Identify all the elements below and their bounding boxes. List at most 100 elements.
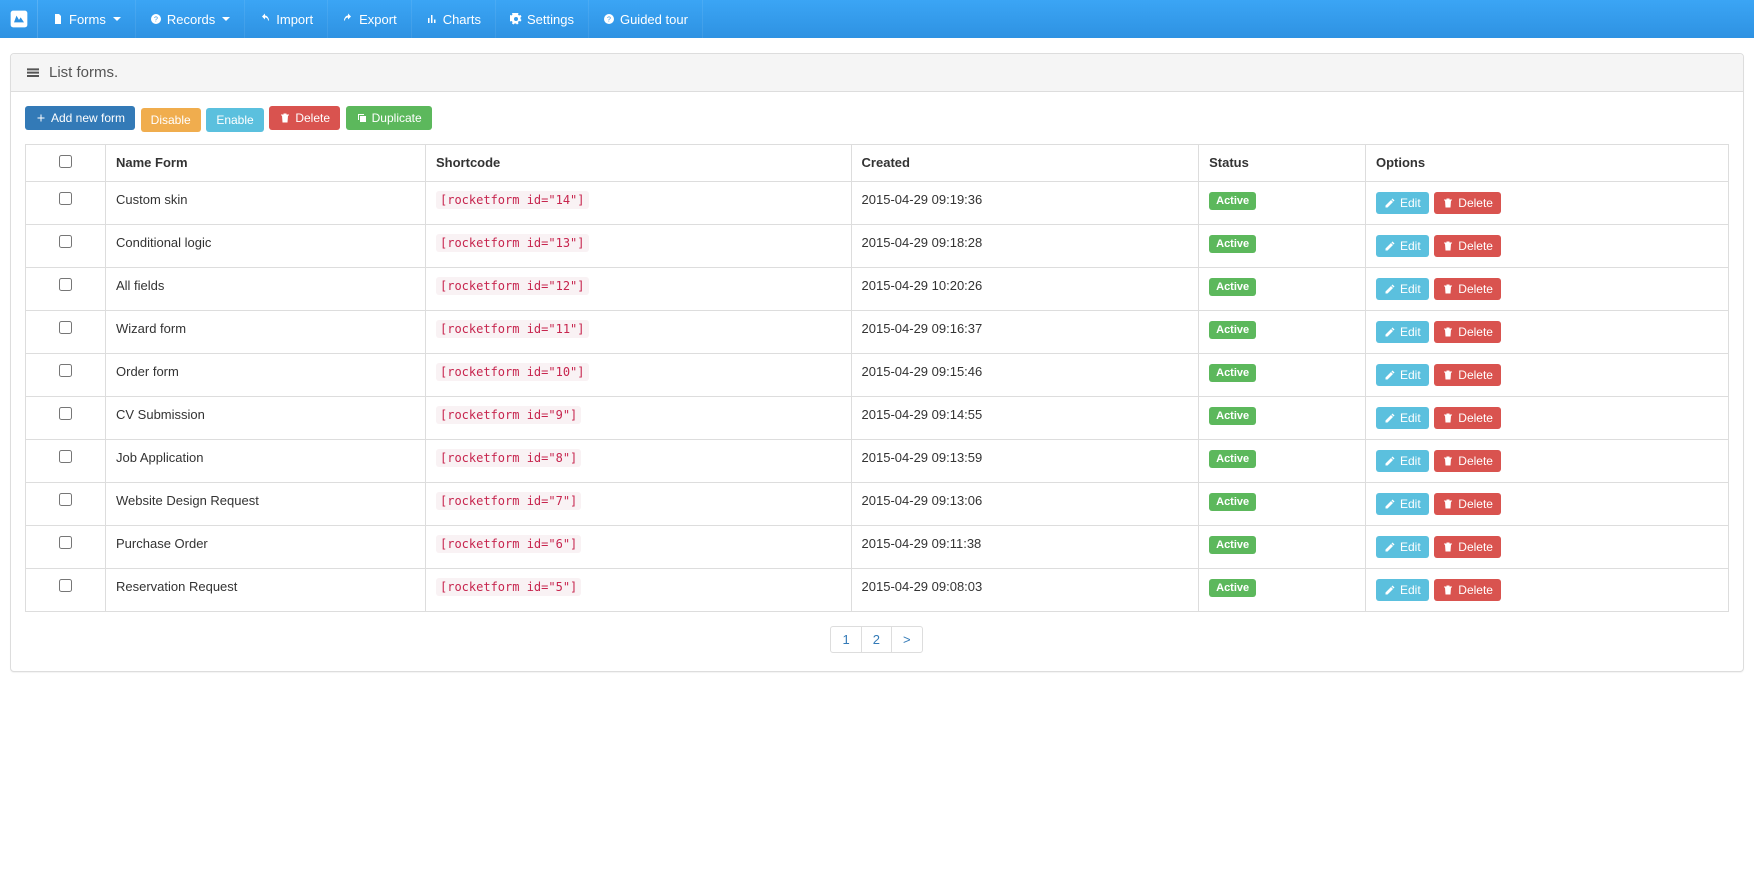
app-logo[interactable]	[0, 0, 38, 38]
row-created: 2015-04-29 09:19:36	[851, 182, 1199, 225]
edit-button[interactable]: Edit	[1376, 536, 1429, 558]
row-options: Edit Delete	[1365, 397, 1728, 440]
list-forms-panel: List forms. Add new form Disable Enable …	[10, 53, 1744, 672]
row-delete-button[interactable]: Delete	[1434, 579, 1501, 601]
row-name: CV Submission	[106, 397, 426, 440]
nav-settings[interactable]: Settings	[496, 0, 589, 38]
status-badge: Active	[1209, 450, 1256, 468]
copy-icon	[356, 112, 368, 124]
page-1[interactable]: 1	[830, 626, 861, 653]
trash-icon	[1442, 197, 1454, 209]
edit-icon	[1384, 584, 1396, 596]
panel-heading: List forms.	[11, 54, 1743, 92]
row-created: 2015-04-29 09:13:59	[851, 440, 1199, 483]
trash-icon	[1442, 240, 1454, 252]
row-delete-button[interactable]: Delete	[1434, 364, 1501, 386]
row-shortcode: [rocketform id="12"]	[426, 268, 852, 311]
row-name: Order form	[106, 354, 426, 397]
row-name: All fields	[106, 268, 426, 311]
row-shortcode: [rocketform id="9"]	[426, 397, 852, 440]
nav-guided-tour[interactable]: Guided tour	[589, 0, 703, 38]
row-delete-button[interactable]: Delete	[1434, 493, 1501, 515]
table-row: Job Application[rocketform id="8"]2015-0…	[26, 440, 1729, 483]
col-status: Status	[1199, 145, 1366, 182]
edit-button[interactable]: Edit	[1376, 579, 1429, 601]
row-status: Active	[1199, 397, 1366, 440]
row-delete-button[interactable]: Delete	[1434, 536, 1501, 558]
row-delete-button[interactable]: Delete	[1434, 192, 1501, 214]
row-created: 2015-04-29 09:16:37	[851, 311, 1199, 354]
add-new-form-button[interactable]: Add new form	[25, 106, 135, 130]
chevron-down-icon	[222, 17, 230, 21]
select-all-checkbox[interactable]	[59, 155, 72, 168]
table-row: Order form[rocketform id="10"]2015-04-29…	[26, 354, 1729, 397]
row-options: Edit Delete	[1365, 354, 1728, 397]
row-delete-button[interactable]: Delete	[1434, 321, 1501, 343]
row-shortcode: [rocketform id="7"]	[426, 483, 852, 526]
row-checkbox[interactable]	[59, 407, 72, 420]
edit-button[interactable]: Edit	[1376, 235, 1429, 257]
edit-button[interactable]: Edit	[1376, 407, 1429, 429]
row-delete-button[interactable]: Delete	[1434, 235, 1501, 257]
nav-export[interactable]: Export	[328, 0, 412, 38]
edit-button[interactable]: Edit	[1376, 364, 1429, 386]
nav-import[interactable]: Import	[245, 0, 328, 38]
row-options: Edit Delete	[1365, 526, 1728, 569]
row-name: Purchase Order	[106, 526, 426, 569]
row-checkbox[interactable]	[59, 192, 72, 205]
edit-button[interactable]: Edit	[1376, 278, 1429, 300]
trash-icon	[1442, 455, 1454, 467]
duplicate-button[interactable]: Duplicate	[346, 106, 432, 130]
row-status: Active	[1199, 311, 1366, 354]
row-delete-button[interactable]: Delete	[1434, 278, 1501, 300]
trash-icon	[279, 112, 291, 124]
pagination: 12>	[25, 626, 1729, 653]
table-row: All fields[rocketform id="12"]2015-04-29…	[26, 268, 1729, 311]
row-shortcode: [rocketform id="13"]	[426, 225, 852, 268]
toolbar: Add new form Disable Enable Delete Dupli…	[25, 106, 1729, 132]
edit-button[interactable]: Edit	[1376, 493, 1429, 515]
row-checkbox[interactable]	[59, 278, 72, 291]
delete-button[interactable]: Delete	[269, 106, 340, 130]
table-row: Reservation Request[rocketform id="5"]20…	[26, 569, 1729, 612]
edit-button[interactable]: Edit	[1376, 450, 1429, 472]
row-checkbox[interactable]	[59, 235, 72, 248]
row-created: 2015-04-29 09:13:06	[851, 483, 1199, 526]
nav-records[interactable]: Records	[136, 0, 245, 38]
undo-icon	[259, 13, 271, 25]
row-shortcode: [rocketform id="6"]	[426, 526, 852, 569]
row-created: 2015-04-29 09:18:28	[851, 225, 1199, 268]
row-name: Job Application	[106, 440, 426, 483]
nav-forms[interactable]: Forms	[38, 0, 136, 38]
row-options: Edit Delete	[1365, 268, 1728, 311]
row-options: Edit Delete	[1365, 182, 1728, 225]
row-checkbox[interactable]	[59, 364, 72, 377]
forms-table: Name Form Shortcode Created Status Optio…	[25, 144, 1729, 612]
row-checkbox[interactable]	[59, 450, 72, 463]
edit-button[interactable]: Edit	[1376, 321, 1429, 343]
status-badge: Active	[1209, 192, 1256, 210]
nav-charts[interactable]: Charts	[412, 0, 496, 38]
status-badge: Active	[1209, 579, 1256, 597]
trash-icon	[1442, 498, 1454, 510]
trash-icon	[1442, 369, 1454, 381]
row-options: Edit Delete	[1365, 569, 1728, 612]
page-next[interactable]: >	[891, 626, 923, 653]
row-checkbox[interactable]	[59, 493, 72, 506]
table-row: CV Submission[rocketform id="9"]2015-04-…	[26, 397, 1729, 440]
disable-button[interactable]: Disable	[141, 108, 201, 132]
row-checkbox[interactable]	[59, 579, 72, 592]
row-delete-button[interactable]: Delete	[1434, 407, 1501, 429]
edit-button[interactable]: Edit	[1376, 192, 1429, 214]
status-badge: Active	[1209, 407, 1256, 425]
redo-icon	[342, 13, 354, 25]
row-checkbox[interactable]	[59, 536, 72, 549]
row-delete-button[interactable]: Delete	[1434, 450, 1501, 472]
question-icon	[150, 13, 162, 25]
page-2[interactable]: 2	[861, 626, 892, 653]
enable-button[interactable]: Enable	[206, 108, 263, 132]
question-icon	[603, 13, 615, 25]
table-row: Wizard form[rocketform id="11"]2015-04-2…	[26, 311, 1729, 354]
row-status: Active	[1199, 440, 1366, 483]
row-checkbox[interactable]	[59, 321, 72, 334]
